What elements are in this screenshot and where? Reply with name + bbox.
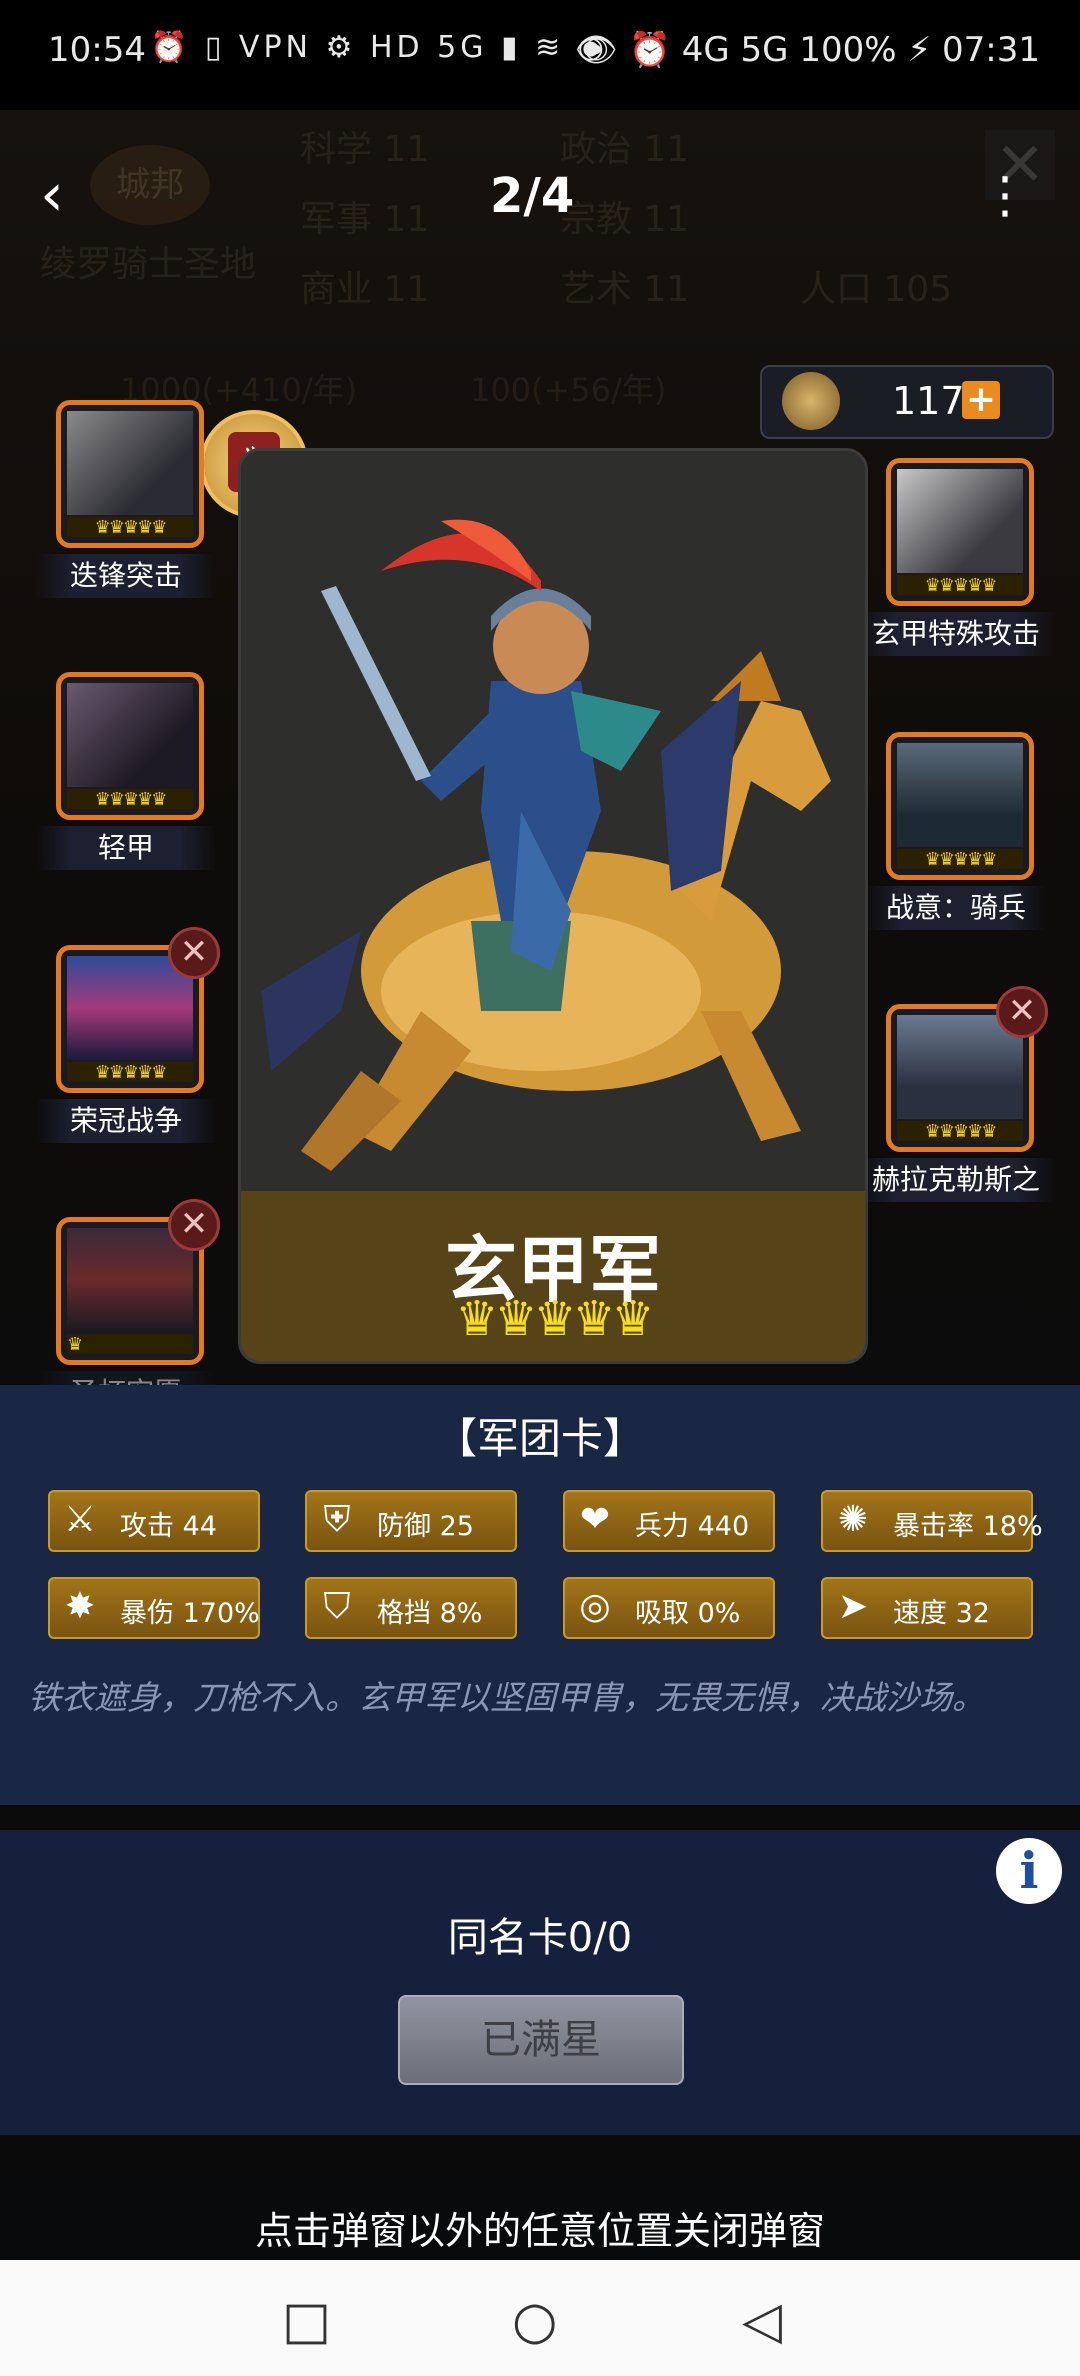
skill-frame: ♛♛♛♛♛ [56,400,204,548]
card-type-title: 【军团卡】 [434,1414,645,1463]
skill-label: 赫拉克勒斯之 [856,1158,1056,1202]
page-indicator: 2/4 [490,168,575,224]
skill-label: 战意：骑兵 [866,886,1046,930]
skill-art-cavalry [897,469,1023,573]
skill-art-rogue [67,683,193,787]
system-nav-bar: □ ○ ◁ [0,2260,1080,2376]
stat-defense-text: 防御 25 [377,1511,474,1542]
home-button[interactable]: ○ [512,2295,557,2347]
skill-label: 玄甲特殊攻击 [856,612,1056,656]
crit-damage-icon: ✸ [64,1586,96,1627]
skill-frame: ♛♛♛♛♛ [886,458,1034,606]
stat-attack-text: 攻击 44 [120,1511,217,1542]
heart-icon: ❤ [579,1499,611,1540]
skill-art-horseman [897,743,1023,847]
speed-icon: ➤ [837,1586,869,1627]
currency-value: 117 [892,379,965,423]
stat-crit-rate-text: 暴击率 18% [893,1511,1043,1542]
stat-speed-text: 速度 32 [893,1598,990,1629]
block-icon: ⛉ [323,1586,351,1627]
currency-counter: 117 + [760,365,1054,439]
duplicate-card-count: 同名卡0/0 [447,1915,633,1961]
upgrade-panel [0,1830,1080,2135]
nav-back-button[interactable]: ◁ [742,2295,782,2347]
card-description: 铁衣遮身，刀枪不入。玄甲军以坚固甲胄，无畏无惧，决战沙场。 [28,1678,985,1717]
status-time: 10:54 [48,30,146,70]
info-icon[interactable]: i [996,1838,1062,1904]
stat-defense: ⛨ 防御 25 [305,1490,517,1552]
back-button[interactable]: ‹ [40,165,100,225]
stat-troops: ❤ 兵力 440 [563,1490,775,1552]
stat-block-text: 格挡 8% [377,1598,483,1629]
crit-icon: ✺ [837,1499,869,1540]
close-hint: 点击弹窗以外的任意位置关闭弹窗 [254,2209,825,2253]
skill-crowns: ♛♛♛♛♛ [67,1062,193,1083]
card-name-plate: 玄甲军 ♛♛♛♛♛ [241,1191,865,1361]
skill-slot[interactable]: ♛♛♛♛♛ 轻甲 [36,672,216,870]
skill-label: 荣冠战争 [36,1099,216,1143]
crest-icon [782,372,840,430]
skill-art-grail [67,1228,193,1332]
skill-crowns: ♛♛♛♛♛ [67,789,193,810]
status-bar: 10:54 ⏰ ▯ VPN ⚙ HD 5G ▮ ≋ ◉ 👁 ⏰ 4G 5G 10… [0,0,1080,110]
skill-slot[interactable]: ♛♛♛♛♛ 荣冠战争 ✕ [36,927,220,1143]
skill-slot[interactable]: ♛♛♛♛♛ 玄甲特殊攻击 [856,458,1056,656]
recent-apps-button[interactable]: □ [282,2295,331,2347]
lifesteal-icon: ◎ [579,1586,611,1627]
skill-crowns: ♛♛♛♛♛ [67,517,193,538]
stat-lifesteal: ◎ 吸取 0% [563,1577,775,1639]
skill-label: 轻甲 [36,826,216,870]
stat-block: ⛉ 格挡 8% [305,1577,517,1639]
locked-icon: ✕ [996,986,1048,1038]
card-info-panel: 【军团卡】 ⚔ 攻击 44 ⛨ 防御 25 ❤ 兵力 440 ✺ 暴击率 18%… [0,1385,1080,1805]
stat-attack: ⚔ 攻击 44 [48,1490,260,1552]
skill-label: 迭锋突击 [36,554,216,598]
add-currency-button[interactable]: + [962,381,1000,419]
skill-crowns: ♛♛♛♛♛ [897,849,1023,870]
stat-speed: ➤ 速度 32 [821,1577,1033,1639]
skill-slot[interactable]: ♛♛♛♛♛ 赫拉克勒斯之 ✕ [856,986,1056,1202]
status-icons-right: 👁 ⏰ 4G 5G 100% ⚡ 07:31 [574,30,1040,70]
skill-frame: ♛♛♛♛♛ [886,732,1034,880]
status-icons-left: ⏰ ▯ VPN ⚙ HD 5G ▮ ≋ ◉ [150,30,608,65]
locked-icon: ✕ [168,1199,220,1251]
more-menu-button[interactable]: ⋮ [980,165,1030,225]
knight-on-horse-illustration [241,451,865,1191]
skill-crowns: ♛ [67,1334,193,1355]
max-star-button[interactable]: 已满星 [398,1995,684,2085]
shield-icon: ⛨ [323,1499,351,1540]
stat-crit-damage-text: 暴伤 170% [120,1598,260,1629]
skill-crowns: ♛♛♛♛♛ [897,575,1023,596]
legion-card: 玄甲军 ♛♛♛♛♛ [238,448,868,1364]
skill-crowns: ♛♛♛♛♛ [897,1121,1023,1142]
skill-slot[interactable]: ♛♛♛♛♛ 战意：骑兵 [866,732,1046,930]
stat-crit-damage: ✸ 暴伤 170% [48,1577,260,1639]
stat-crit-rate: ✺ 暴击率 18% [821,1490,1043,1552]
stat-troops-text: 兵力 440 [635,1511,750,1542]
skill-art-stained-glass [67,956,193,1060]
skill-frame: ♛♛♛♛♛ [56,672,204,820]
locked-icon: ✕ [168,927,220,979]
stat-lifesteal-text: 吸取 0% [635,1598,741,1629]
skill-slot[interactable]: ♛♛♛♛♛ 迭锋突击 [36,400,216,598]
skill-art-swordsman [67,411,193,515]
card-star-rating: ♛♛♛♛♛ [455,1291,654,1347]
sword-icon: ⚔ [63,1499,97,1540]
